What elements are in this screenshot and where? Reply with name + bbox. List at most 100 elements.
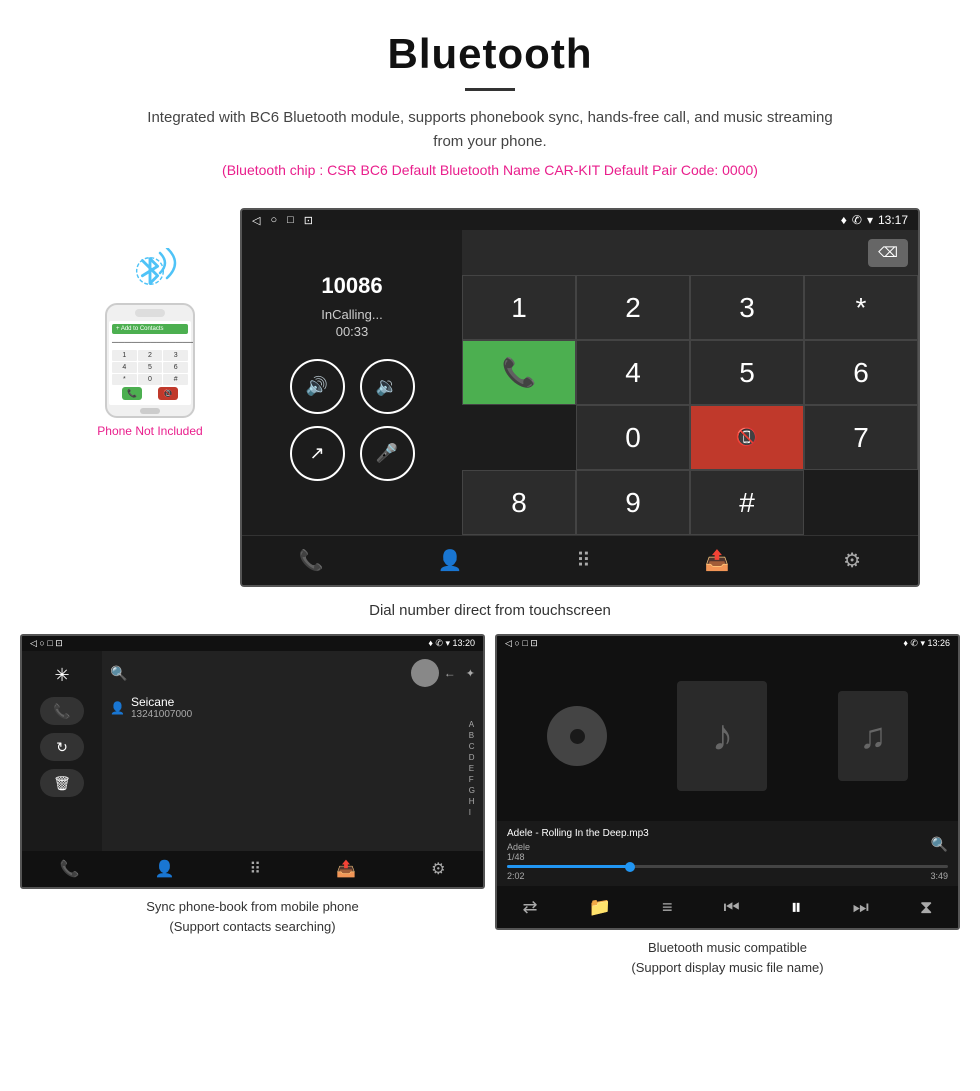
dial-input-row: ⌫ bbox=[462, 230, 918, 275]
key-5[interactable]: 5 bbox=[690, 340, 804, 405]
pb-status-right: ♦ ✆ ▾ 13:20 bbox=[428, 638, 475, 649]
phonebook-screen: ◁ ○ □ ⊡ ♦ ✆ ▾ 13:20 ✳ 📞 ↻ 🗑 🔍 ← ✦ bbox=[20, 634, 485, 889]
bluetooth-icon bbox=[134, 251, 166, 291]
page-header: Bluetooth Integrated with BC6 Bluetooth … bbox=[0, 0, 980, 208]
volume-down-button[interactable]: 🔉 bbox=[360, 359, 415, 414]
dial-input-area: ⌫ 1 2 3 * 📞 4 5 6 0 bbox=[462, 230, 918, 535]
nav-keypad-icon[interactable]: ⠿ bbox=[576, 548, 591, 573]
alphabet-list: ABCDEFGHI bbox=[469, 720, 475, 817]
music-progress-area: 2:02 3:49 bbox=[497, 862, 958, 886]
key-0[interactable]: 0 bbox=[576, 405, 690, 470]
music-controls: ⇄ 📁 ≡ ⏮ ⏸ ⏭ ⧗ bbox=[497, 886, 958, 928]
wifi-icon: ▾ bbox=[867, 213, 873, 227]
pb-nav-transfer[interactable]: 📤 bbox=[336, 859, 356, 879]
pb-nav-contacts[interactable]: 👤 bbox=[154, 859, 174, 879]
progress-track bbox=[507, 865, 948, 868]
bottom-row: ◁ ○ □ ⊡ ♦ ✆ ▾ 13:20 ✳ 📞 ↻ 🗑 🔍 ← ✦ bbox=[0, 634, 980, 987]
volume-up-button[interactable]: 🔊 bbox=[290, 359, 345, 414]
pb-search-row: 🔍 ← ✦ bbox=[110, 659, 475, 687]
playlist-button[interactable]: ≡ bbox=[662, 897, 673, 918]
current-time: 2:02 bbox=[507, 871, 525, 881]
key-6[interactable]: 6 bbox=[804, 340, 918, 405]
backspace-button[interactable]: ⌫ bbox=[868, 239, 908, 267]
key-9[interactable]: 9 bbox=[576, 470, 690, 535]
music-search-button[interactable]: 🔍 bbox=[931, 836, 948, 853]
nav-transfer-icon[interactable]: 📤 bbox=[705, 548, 730, 573]
prev-button[interactable]: ⏮ bbox=[723, 897, 739, 918]
music-song-title: Adele - Rolling In the Deep.mp3 bbox=[507, 826, 649, 842]
pb-search-icon: 🔍 bbox=[110, 665, 127, 682]
music-status-bar: ◁ ○ □ ⊡ ♦ ✆ ▾ 13:26 bbox=[497, 636, 958, 651]
volume-down-icon: 🔉 bbox=[376, 376, 398, 397]
music-item: ◁ ○ □ ⊡ ♦ ✆ ▾ 13:26 ♪ ♫ Adele - Rolling … bbox=[495, 634, 960, 977]
key-7[interactable]: 7 bbox=[804, 405, 918, 470]
pb-nav-keypad[interactable]: ⠿ bbox=[249, 859, 261, 879]
pb-dot bbox=[411, 659, 439, 687]
dial-right-panel: ⌫ 1 2 3 * 📞 4 5 6 0 bbox=[462, 230, 918, 535]
key-3[interactable]: 3 bbox=[690, 275, 804, 340]
total-time: 3:49 bbox=[930, 871, 948, 881]
phone-key: 3 bbox=[163, 350, 188, 361]
key-call[interactable]: 📞 bbox=[462, 340, 576, 405]
mute-button[interactable]: 🎤 bbox=[360, 426, 415, 481]
music-album-area: ♪ ♫ bbox=[497, 651, 958, 821]
music-status-right: ♦ ✆ ▾ 13:26 bbox=[903, 638, 950, 649]
contact-avatar-icon: 👤 bbox=[110, 701, 125, 715]
equalizer-button[interactable]: ⧗ bbox=[920, 897, 933, 918]
phone-key: 2 bbox=[138, 350, 163, 361]
status-bar-nav: ◁ ○ □ ⊡ bbox=[252, 214, 313, 227]
phonebook-item: ◁ ○ □ ⊡ ♦ ✆ ▾ 13:20 ✳ 📞 ↻ 🗑 🔍 ← ✦ bbox=[20, 634, 485, 977]
pb-call-button[interactable]: 📞 bbox=[40, 697, 84, 725]
phonebook-contact: 👤 Seicane 13241007000 bbox=[110, 695, 475, 720]
pb-sync-button[interactable]: ↻ bbox=[40, 733, 84, 761]
key-2[interactable]: 2 bbox=[576, 275, 690, 340]
shuffle-button[interactable]: ⇄ bbox=[522, 897, 537, 918]
phone-action-buttons: 📞 📵 bbox=[112, 385, 188, 402]
phone-key: * bbox=[112, 374, 137, 385]
nav-phone-icon[interactable]: 📞 bbox=[299, 548, 324, 573]
nav-recents-icon: □ bbox=[287, 214, 294, 227]
page-title: Bluetooth bbox=[20, 30, 960, 78]
dial-left-panel: 10086 InCalling... 00:33 🔊 🔉 ↗ bbox=[242, 230, 462, 535]
phone-speaker bbox=[135, 309, 165, 317]
music-nav-icons: ◁ ○ □ ⊡ bbox=[505, 638, 538, 649]
key-end-call[interactable]: 📵 bbox=[690, 405, 804, 470]
phone-end-button: 📵 bbox=[158, 387, 178, 400]
phonebook-body: ✳ 📞 ↻ 🗑 🔍 ← ✦ 👤 Seicane bbox=[22, 651, 483, 851]
key-hash[interactable]: # bbox=[690, 470, 804, 535]
phonebook-status-bar: ◁ ○ □ ⊡ ♦ ✆ ▾ 13:20 bbox=[22, 636, 483, 651]
pb-bottom-nav: 📞 👤 ⠿ 📤 ⚙ bbox=[22, 851, 483, 887]
key-star[interactable]: * bbox=[804, 275, 918, 340]
next-button[interactable]: ⏭ bbox=[853, 897, 869, 918]
play-pause-button[interactable]: ⏸ bbox=[791, 894, 802, 920]
pb-delete-button[interactable]: 🗑 bbox=[40, 769, 84, 797]
contact-number: 13241007000 bbox=[131, 709, 192, 720]
key-1[interactable]: 1 bbox=[462, 275, 576, 340]
key-4[interactable]: 4 bbox=[576, 340, 690, 405]
header-description: Integrated with BC6 Bluetooth module, su… bbox=[140, 106, 840, 154]
nav-settings-icon[interactable]: ⚙ bbox=[843, 548, 861, 573]
header-specs: (Bluetooth chip : CSR BC6 Default Blueto… bbox=[20, 162, 960, 178]
pb-nav-phone[interactable]: 📞 bbox=[60, 859, 80, 879]
pb-nav-settings[interactable]: ⚙ bbox=[431, 859, 445, 879]
contact-info: Seicane 13241007000 bbox=[131, 695, 192, 720]
location-icon: ♦ bbox=[841, 213, 847, 227]
key-8[interactable]: 8 bbox=[462, 470, 576, 535]
phone-screen: + Add to Contacts ────────────── 1 2 3 4… bbox=[109, 321, 191, 405]
status-time: 13:17 bbox=[878, 213, 908, 227]
contact-name: Seicane bbox=[131, 695, 192, 709]
transfer-button[interactable]: ↗ bbox=[290, 426, 345, 481]
transfer-icon: ↗ bbox=[309, 443, 324, 464]
music-note-icon: ♪ bbox=[677, 681, 767, 791]
folder-button[interactable]: 📁 bbox=[589, 897, 611, 918]
keypad-grid: 1 2 3 * 📞 4 5 6 0 📵 7 bbox=[462, 275, 918, 535]
dialed-number: 10086 bbox=[321, 273, 382, 299]
call-timer: 00:33 bbox=[336, 324, 369, 339]
main-section: + Add to Contacts ────────────── 1 2 3 4… bbox=[0, 208, 980, 587]
phone-mock: + Add to Contacts ────────────── 1 2 3 4… bbox=[105, 303, 195, 418]
bottom-navigation: 📞 👤 ⠿ 📤 ⚙ bbox=[242, 535, 918, 585]
phone-key: 6 bbox=[163, 362, 188, 373]
music-note-icon-2: ♫ bbox=[838, 691, 908, 781]
nav-contacts-icon[interactable]: 👤 bbox=[438, 548, 463, 573]
title-divider bbox=[465, 88, 515, 91]
